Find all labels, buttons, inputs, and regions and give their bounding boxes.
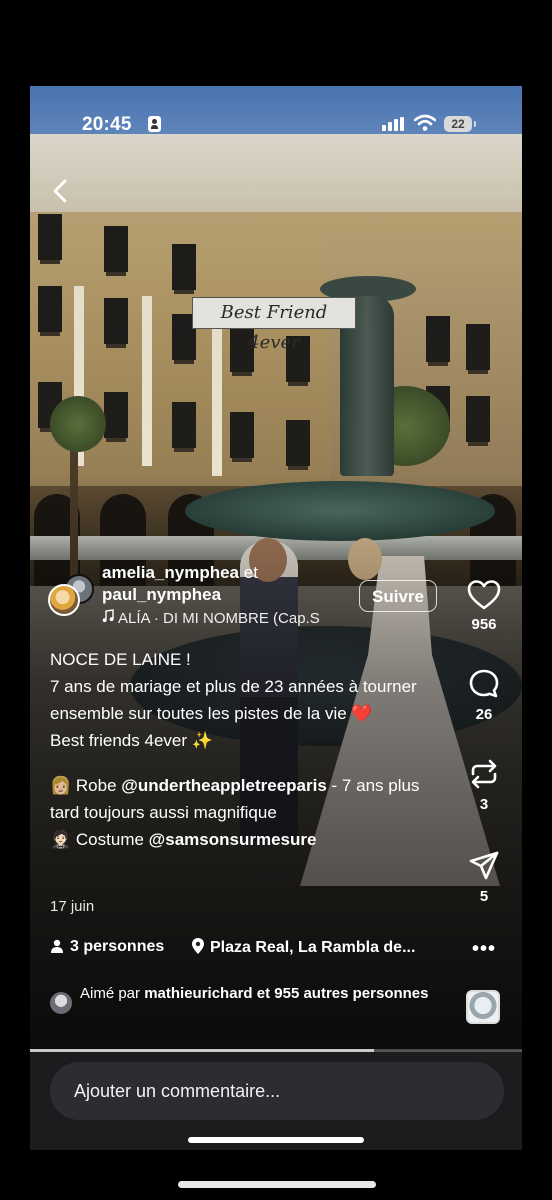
location-label: Plaza Real, La Rambla de... [210, 939, 416, 956]
liker-avatar [50, 992, 72, 1014]
music-track[interactable]: ALÍA · DI MI NOMBRE (Cap.S [102, 609, 352, 627]
audio-thumbnail[interactable] [466, 990, 500, 1024]
system-home-indicator [178, 1181, 376, 1188]
caption-title: NOCE DE LAINE ! [50, 650, 191, 669]
comment-count: 26 [475, 706, 493, 723]
like-count: 956 [471, 616, 497, 633]
suit-label: Costume [75, 830, 144, 849]
liked-by-count[interactable]: et 955 autres personnes [257, 985, 429, 1002]
dress-label: Robe [75, 776, 117, 795]
coauthor-username[interactable]: paul_nymphea [102, 585, 221, 604]
liked-by-prefix: Aimé par [80, 985, 141, 1002]
caption-best-friends: Best friends 4ever ✨ [50, 731, 213, 750]
back-arrow-icon[interactable] [46, 176, 76, 206]
dress-emoji: 👩🏼 [50, 776, 72, 795]
comment-action[interactable]: 26 [464, 668, 504, 723]
caption-suit: 🤵🏻 Costume @samsonsurmesure [50, 826, 450, 853]
status-time: 20:45 [82, 114, 132, 135]
music-track-label: ALÍA · DI MI NOMBRE (Cap.S [118, 610, 320, 627]
author-connector: et [243, 563, 258, 582]
battery-indicator: 22 [444, 116, 476, 132]
post-authors[interactable]: amelia_nymphea et paul_nymphea [102, 562, 258, 606]
liked-by-text: Aimé par mathieurichard et 955 autres pe… [80, 984, 440, 1004]
liked-by-user[interactable]: mathieurichard [144, 985, 252, 1002]
wifi-icon [414, 114, 436, 131]
tagged-people-label: 3 personnes [70, 938, 165, 955]
post-date: 17 juin [50, 898, 95, 915]
reel-screen: 20:45 22 Best Friend 4ever amelia_nymphe… [30, 86, 522, 1150]
follow-button[interactable]: Suivre [359, 580, 437, 612]
author-username[interactable]: amelia_nymphea [102, 563, 239, 582]
tagged-people[interactable]: 3 personnes [50, 938, 164, 956]
repost-count: 3 [479, 796, 489, 813]
home-indicator [188, 1137, 364, 1143]
caption-dress: 👩🏼 Robe @undertheappletreeparis - 7 ans … [50, 772, 450, 826]
share-count: 5 [479, 888, 489, 905]
caption-body: 7 ans de mariage et plus de 23 années à … [50, 677, 417, 723]
comment-icon[interactable] [468, 668, 500, 700]
location-tag[interactable]: Plaza Real, La Rambla de... [192, 938, 415, 957]
like-action[interactable]: 956 [464, 580, 504, 633]
send-icon[interactable] [468, 850, 500, 882]
suit-emoji: 🤵🏻 [50, 830, 72, 849]
heart-icon[interactable] [467, 580, 501, 610]
comment-input[interactable]: Ajouter un commentaire... [50, 1062, 504, 1120]
suit-mention-link[interactable]: @samsonsurmesure [149, 830, 317, 849]
bottom-bar: Ajouter un commentaire... [30, 1052, 522, 1150]
person-icon [51, 939, 63, 953]
more-icon[interactable]: ••• [472, 938, 496, 961]
avatar[interactable] [48, 584, 80, 616]
dress-mention-link[interactable]: @undertheappletreeparis [121, 776, 327, 795]
person-badge-icon [148, 116, 161, 132]
repost-action[interactable]: 3 [464, 758, 504, 813]
music-note-icon [102, 609, 114, 623]
post-caption[interactable]: NOCE DE LAINE ! 7 ans de mariage et plus… [50, 646, 450, 853]
sticker-text: Best Friend 4ever [192, 297, 356, 353]
location-pin-icon [192, 938, 204, 954]
repost-icon[interactable] [468, 758, 500, 790]
share-action[interactable]: 5 [464, 850, 504, 905]
